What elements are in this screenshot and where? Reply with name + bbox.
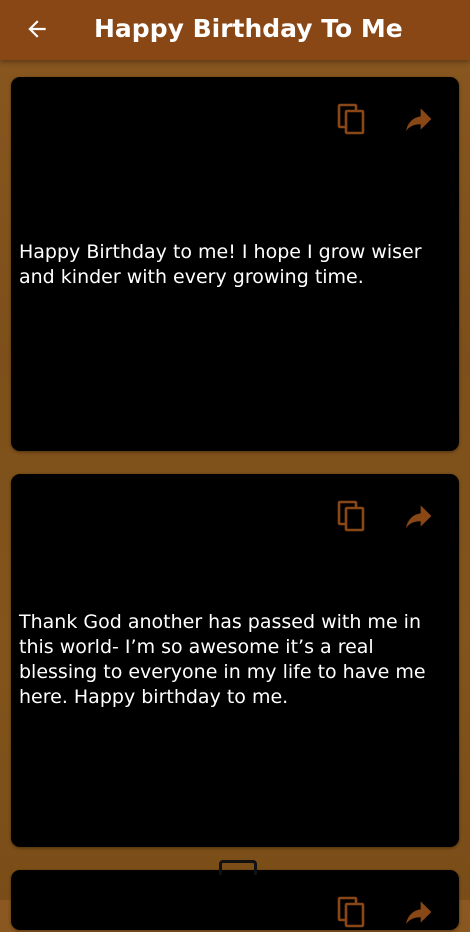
share-button[interactable] [399, 896, 437, 928]
share-forward-icon [406, 901, 432, 924]
content-copy-icon [337, 103, 365, 135]
quote-card [11, 870, 459, 930]
copy-button[interactable] [337, 896, 367, 928]
share-button[interactable] [399, 103, 437, 135]
share-button[interactable] [399, 500, 437, 532]
quote-card: Happy Birthday to me! I hope I grow wise… [11, 77, 459, 451]
copy-button[interactable] [337, 103, 367, 135]
quote-text: Thank God another has passed with me in … [19, 611, 426, 708]
back-button[interactable] [22, 14, 52, 44]
page-title: Happy Birthday To Me [94, 14, 403, 43]
share-forward-icon [406, 108, 432, 131]
app-bar: Happy Birthday To Me [0, 0, 470, 60]
quote-text: Happy Birthday to me! I hope I grow wise… [19, 241, 422, 288]
scroll-handle-icon[interactable] [219, 860, 257, 875]
content-copy-icon [337, 500, 365, 532]
copy-button[interactable] [337, 500, 367, 532]
content-copy-icon [337, 896, 365, 928]
share-forward-icon [406, 505, 432, 528]
arrow-left-icon [28, 20, 46, 38]
quote-card: Thank God another has passed with me in … [11, 474, 459, 847]
